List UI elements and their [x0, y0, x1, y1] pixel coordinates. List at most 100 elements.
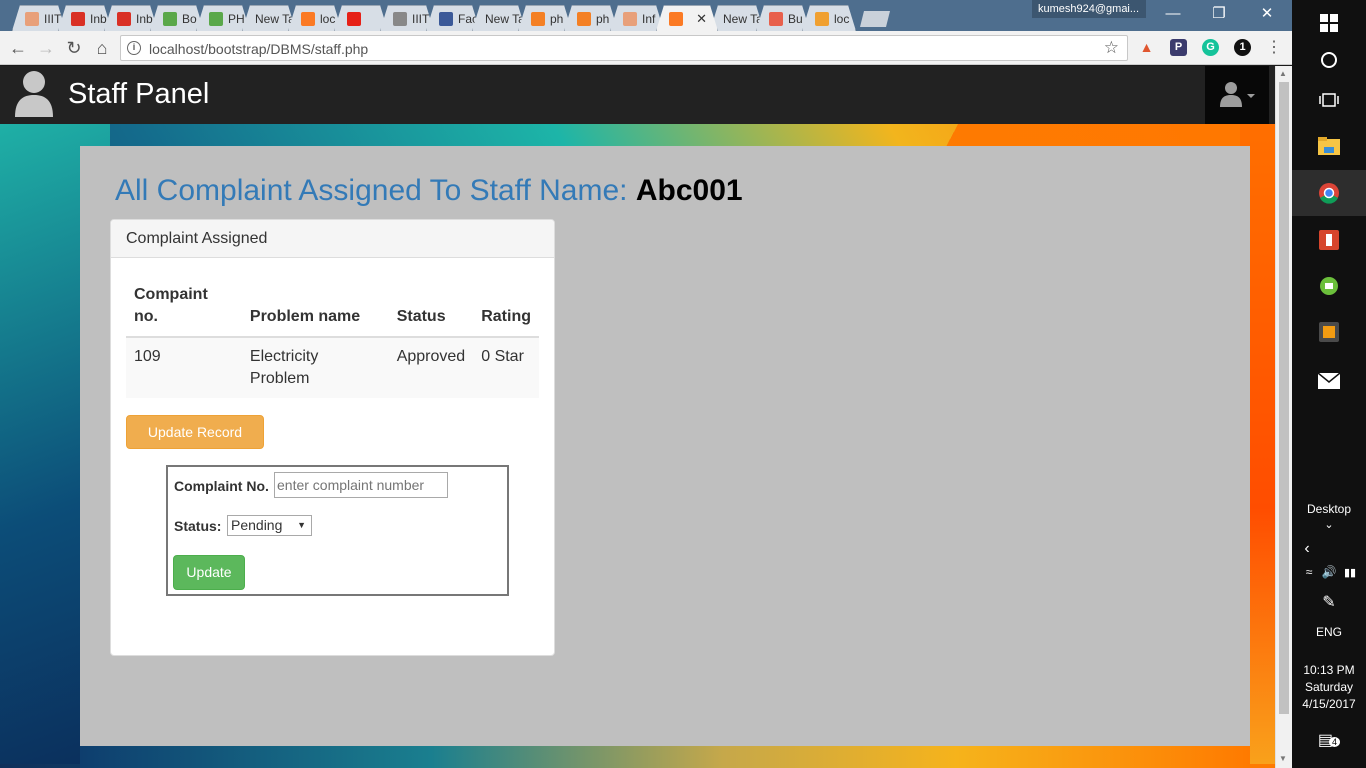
tab[interactable]: IIIT: [380, 5, 434, 31]
bookmark-star-icon[interactable]: ☆: [1104, 38, 1119, 58]
update-record-button[interactable]: Update Record: [126, 415, 264, 449]
status-select[interactable]: Pending ▼: [227, 515, 312, 536]
tab[interactable]: New Ta: [242, 5, 296, 31]
scroll-thumb[interactable]: [1279, 82, 1289, 714]
info-icon[interactable]: i: [127, 41, 141, 55]
mail-icon[interactable]: [1292, 358, 1366, 404]
app-green-icon[interactable]: [1292, 263, 1366, 309]
tab[interactable]: Inf: [610, 5, 664, 31]
battery-icon[interactable]: ▮▮: [1313, 566, 1366, 579]
url-text: localhost/bootstrap/DBMS/staff.php: [149, 41, 369, 57]
sublime-text-icon[interactable]: [1292, 309, 1366, 355]
tab-title: New Ta: [485, 11, 525, 26]
tab-title: Bu: [788, 11, 803, 26]
task-view-icon[interactable]: [1292, 77, 1366, 123]
navbar-brand[interactable]: Staff Panel: [68, 78, 209, 111]
wifi-icon: [209, 12, 223, 26]
profile-button[interactable]: kumesh924@gmai...: [1032, 0, 1146, 18]
tab[interactable]: Inb: [104, 5, 158, 31]
update-button[interactable]: Update: [173, 555, 245, 590]
youtube-icon: [347, 12, 361, 26]
restore-icon[interactable]: ❐: [1196, 0, 1242, 28]
background-shape: [80, 746, 1250, 768]
clock-day[interactable]: Saturday: [1292, 680, 1366, 694]
tab[interactable]: Bu: [756, 5, 810, 31]
close-window-icon[interactable]: ✕: [1244, 0, 1290, 28]
status-selected-value: Pending: [231, 517, 283, 533]
chevron-double-down-icon[interactable]: ⌄: [1292, 518, 1366, 531]
caret-down-icon: [1247, 94, 1255, 98]
language-indicator[interactable]: ENG: [1292, 625, 1366, 639]
clock-date[interactable]: 4/15/2017: [1292, 697, 1366, 711]
forward-icon[interactable]: →: [34, 36, 58, 60]
column-header: Compaint no.: [126, 276, 242, 338]
tab[interactable]: loc: [288, 5, 342, 31]
table-cell: 109: [126, 337, 242, 398]
scroll-up-icon[interactable]: ▲: [1279, 69, 1287, 78]
user-avatar-icon: [15, 71, 53, 117]
tab[interactable]: PH: [196, 5, 250, 31]
app-red-icon[interactable]: [1292, 217, 1366, 263]
extension-p-icon[interactable]: P: [1170, 39, 1187, 56]
wifi-icon: [163, 12, 177, 26]
new-tab-button[interactable]: [860, 11, 890, 27]
extension-arc-icon[interactable]: ▲: [1138, 39, 1155, 56]
back-icon[interactable]: ←: [6, 36, 30, 60]
user-dropdown[interactable]: [1205, 66, 1269, 124]
extension-one-icon[interactable]: 1: [1234, 39, 1251, 56]
complaint-number-input[interactable]: [274, 472, 448, 498]
address-bar[interactable]: i localhost/bootstrap/DBMS/staff.php ☆: [120, 35, 1128, 61]
scroll-down-icon[interactable]: ▼: [1279, 754, 1287, 763]
table-cell: Electricity Problem: [241, 337, 389, 398]
status-label: Status:: [174, 518, 222, 534]
tab-title: loc: [320, 11, 336, 26]
minimize-icon[interactable]: —: [1150, 0, 1196, 28]
xampp-icon: [669, 12, 683, 26]
windows-taskbar: Desktop ⌄ ‹ ≈ 🔊 ▮▮ ✎ ENG 10:13 PM Saturd…: [1292, 0, 1366, 768]
table-row: 109 Electricity Problem Approved 0 Star: [126, 337, 539, 398]
stackoverflow-icon: [577, 12, 591, 26]
tab-title: Inb: [136, 11, 153, 26]
chevron-left-icon[interactable]: ‹: [1270, 540, 1344, 558]
column-header: Status: [388, 276, 474, 338]
tab-active[interactable]: ✕: [656, 5, 718, 31]
table-cell: 0 Star: [473, 337, 539, 398]
file-explorer-icon[interactable]: [1292, 123, 1366, 169]
tab[interactable]: loc: [802, 5, 856, 31]
clock-time[interactable]: 10:13 PM: [1292, 663, 1366, 677]
complaint-no-label: Complaint No.: [174, 478, 269, 494]
tab-title: Inf: [642, 11, 656, 26]
tab[interactable]: Fac: [426, 5, 480, 31]
tab[interactable]: Inb: [58, 5, 112, 31]
page-viewport: Staff Panel All Complaint Assigned To St…: [0, 66, 1275, 768]
grammarly-icon[interactable]: G: [1202, 39, 1219, 56]
tab[interactable]: New Ta: [472, 5, 526, 31]
chrome-menu-icon[interactable]: ⋮: [1262, 36, 1286, 60]
action-center-icon[interactable]: ▤4: [1292, 730, 1366, 750]
staff-name: Abc001: [635, 174, 743, 207]
navbar: Staff Panel: [0, 66, 1275, 124]
close-tab-icon[interactable]: ✕: [696, 11, 707, 27]
tab-title: PH: [228, 11, 245, 26]
bookpack-icon: [25, 12, 39, 26]
tab-title: New Ta: [255, 11, 295, 26]
desktop-label[interactable]: Desktop: [1292, 502, 1366, 516]
tab[interactable]: IIIT: [12, 5, 66, 31]
tab[interactable]: ph: [564, 5, 618, 31]
home-icon[interactable]: ⌂: [90, 36, 114, 60]
tab[interactable]: [334, 5, 388, 31]
bookpack-icon: [623, 12, 637, 26]
chrome-taskbar-icon[interactable]: [1292, 170, 1366, 216]
pen-icon[interactable]: ✎: [1292, 592, 1366, 612]
tab[interactable]: New Ta: [710, 5, 764, 31]
tab-title: Bo: [182, 11, 197, 26]
tab[interactable]: Bo: [150, 5, 204, 31]
tab[interactable]: ph: [518, 5, 572, 31]
page-scrollbar[interactable]: ▲ ▼: [1275, 66, 1292, 768]
tab-title: New Ta: [723, 11, 763, 26]
tab-list: IIIT Inb Inb Bo PH New Ta loc IIIT Fac New Ta ph ph…: [12, 5, 848, 31]
reload-icon[interactable]: ↻: [62, 36, 86, 60]
tab-title: loc: [834, 11, 850, 26]
user-icon: [1220, 82, 1242, 107]
update-form: Complaint No. Status: Pending ▼ Update: [166, 465, 509, 596]
